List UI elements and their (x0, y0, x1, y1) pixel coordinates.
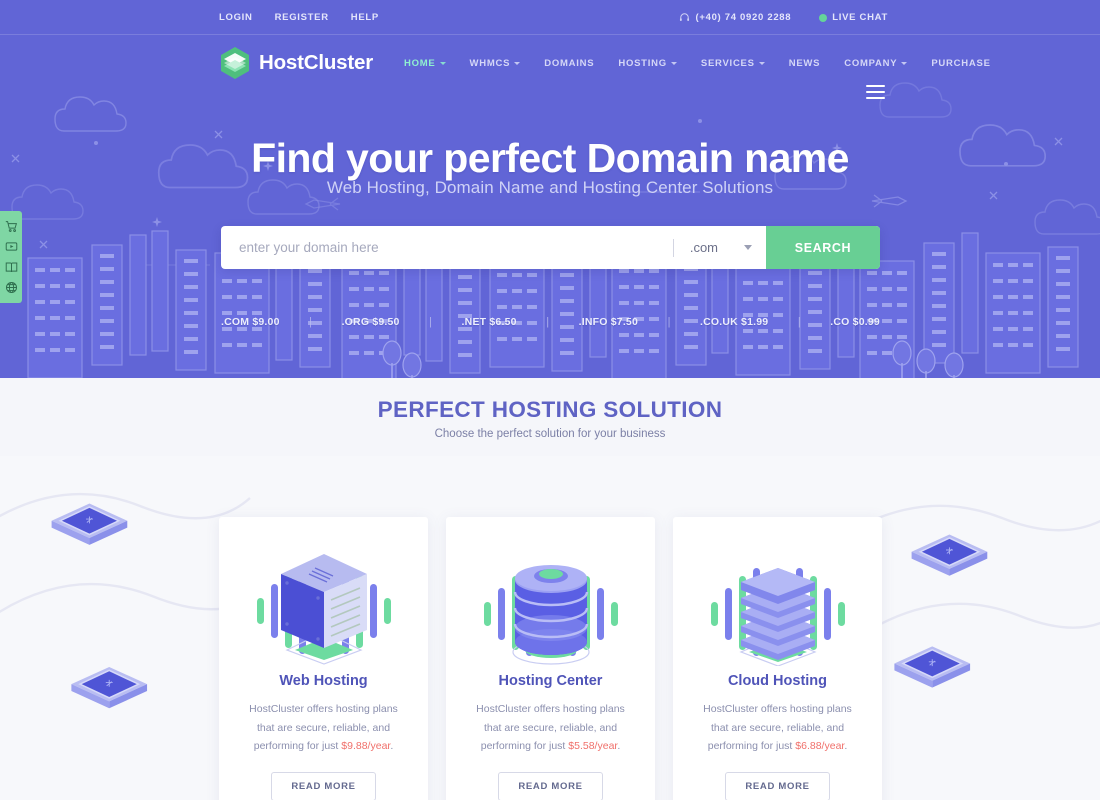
tld-price-org: .ORG $9.50 (341, 316, 400, 328)
tld-separator: | (546, 316, 550, 328)
shopping-cart-icon[interactable] (5, 220, 18, 233)
topbar-links: LOGIN REGISTER HELP (219, 12, 379, 23)
nav-item-purchase-label: PURCHASE (931, 57, 991, 69)
book-icon[interactable] (5, 261, 18, 274)
nav-item-services[interactable]: SERVICES (689, 58, 777, 69)
chat-dot-icon (819, 13, 828, 22)
read-more-button[interactable]: READ MORE (271, 772, 376, 800)
read-more-button[interactable]: READ MORE (498, 772, 603, 800)
video-play-icon[interactable] (5, 240, 18, 253)
read-more-button[interactable]: READ MORE (725, 772, 830, 800)
card-description: HostCluster offers hosting plans that ar… (464, 700, 637, 756)
nav-item-company[interactable]: COMPANY (832, 58, 919, 69)
nav-item-home[interactable]: HOME (392, 58, 458, 69)
headset-icon (679, 12, 690, 23)
stacked-layers-icon (691, 539, 864, 667)
card-description: HostCluster offers hosting plans that ar… (237, 700, 410, 756)
hero-banner: HostCluster HOME WHMCS DOMAINS HOSTING S… (0, 35, 1100, 378)
card-desc-tail: . (844, 740, 848, 753)
top-utility-bar: LOGIN REGISTER HELP (+40) 74 0920 2288 L… (0, 0, 1100, 36)
hosting-solution-section: PERFECT HOSTING SOLUTION Choose the perf… (0, 378, 1100, 800)
nav-item-home-label: HOME (404, 57, 436, 69)
card-title: Hosting Center (498, 673, 603, 689)
nav-item-domains-label: DOMAINS (544, 57, 595, 69)
card-desc-tail: . (617, 740, 621, 753)
chevron-down-icon (901, 62, 908, 65)
nav-item-services-label: SERVICES (700, 57, 755, 69)
domain-search-input[interactable] (221, 226, 673, 269)
hexagon-layers-logo-icon (219, 46, 251, 80)
card-desc-tail: . (390, 740, 394, 753)
card-price: $6.88/year (795, 740, 845, 753)
card-cloud-hosting[interactable]: Cloud Hosting HostCluster offers hosting… (673, 517, 882, 800)
nav-item-news-label: NEWS (788, 57, 821, 69)
page-root: LOGIN REGISTER HELP (+40) 74 0920 2288 L… (0, 0, 1100, 800)
card-price: $5.58/year (568, 740, 618, 753)
chevron-down-icon (670, 62, 677, 65)
section-subtitle: Choose the perfect solution for your bus… (434, 428, 666, 440)
card-title: Cloud Hosting (727, 673, 828, 689)
nav-item-hosting[interactable]: HOSTING (606, 58, 689, 69)
card-web-hosting[interactable]: Web Hosting HostCluster offers hosting p… (219, 517, 428, 800)
nav-item-company-label: COMPANY (844, 57, 898, 69)
server-tower-icon (237, 539, 410, 667)
tld-dropdown[interactable]: .com (680, 226, 766, 269)
nav-item-whmcs[interactable]: WHMCS (458, 58, 533, 69)
database-cylinder-icon (464, 539, 637, 667)
hero-subtitle: Web Hosting, Domain Name and Hosting Cen… (326, 178, 774, 197)
chevron-down-icon (439, 62, 446, 65)
card-description: HostCluster offers hosting plans that ar… (691, 700, 864, 756)
tld-price-couk: .CO.UK $1.99 (699, 316, 769, 328)
topbar-link-help[interactable]: HELP (351, 12, 379, 23)
card-title: Web Hosting (279, 673, 368, 689)
brand-name: HostCluster (259, 51, 373, 74)
hosting-cards: Web Hosting HostCluster offers hosting p… (219, 517, 882, 800)
chevron-down-icon (514, 62, 521, 65)
tld-price-net: .NET $6.50 (461, 316, 517, 328)
tld-separator: | (797, 316, 801, 328)
nav-item-domains[interactable]: DOMAINS (532, 58, 606, 69)
search-button[interactable]: SEARCH (766, 226, 880, 269)
tld-price-com: .COM $9.00 (221, 316, 280, 328)
card-hosting-center[interactable]: Hosting Center HostCluster offers hostin… (446, 517, 655, 800)
topbar-link-register[interactable]: REGISTER (275, 12, 329, 23)
search-divider (672, 238, 674, 257)
hamburger-menu-icon[interactable] (866, 85, 885, 99)
nav-item-whmcs-label: WHMCS (469, 57, 511, 69)
side-toolbar (0, 211, 22, 303)
nav-item-hosting-label: HOSTING (618, 57, 667, 69)
phone-item[interactable]: (+40) 74 0920 2288 (679, 12, 791, 23)
tld-separator: | (429, 316, 432, 328)
card-price: $9.88/year (341, 740, 391, 753)
tld-price-list: .COM $9.00 | .ORG $9.50 | .NET $6.50 | .… (221, 316, 880, 328)
tld-separator: | (309, 316, 313, 328)
chevron-down-icon (758, 62, 765, 65)
tld-selected-value: .com (689, 240, 718, 255)
section-title: PERFECT HOSTING SOLUTION (377, 397, 723, 422)
nav-links: HOME WHMCS DOMAINS HOSTING SERVICES NEWS… (392, 58, 1003, 69)
chevron-down-icon (744, 245, 752, 250)
nav-item-news[interactable]: NEWS (777, 58, 833, 69)
live-chat-item[interactable]: LIVE CHAT (819, 12, 888, 23)
brand-logo[interactable]: HostCluster (219, 46, 373, 80)
domain-search-bar: .com SEARCH (221, 226, 880, 269)
phone-number: (+40) 74 0920 2288 (695, 12, 792, 23)
topbar-link-login[interactable]: LOGIN (219, 12, 253, 23)
tld-price-co: .CO $0.99 (830, 316, 880, 328)
tld-separator: | (667, 316, 671, 328)
live-chat-label: LIVE CHAT (832, 12, 888, 23)
nav-item-purchase[interactable]: PURCHASE (919, 58, 1002, 69)
globe-icon[interactable] (5, 281, 18, 294)
topbar-contact: (+40) 74 0920 2288 LIVE CHAT (679, 12, 888, 23)
tld-price-info: .INFO $7.50 (578, 316, 639, 328)
main-navbar: HostCluster HOME WHMCS DOMAINS HOSTING S… (0, 35, 1100, 99)
hero-title: Find your perfect Domain name (251, 135, 849, 181)
